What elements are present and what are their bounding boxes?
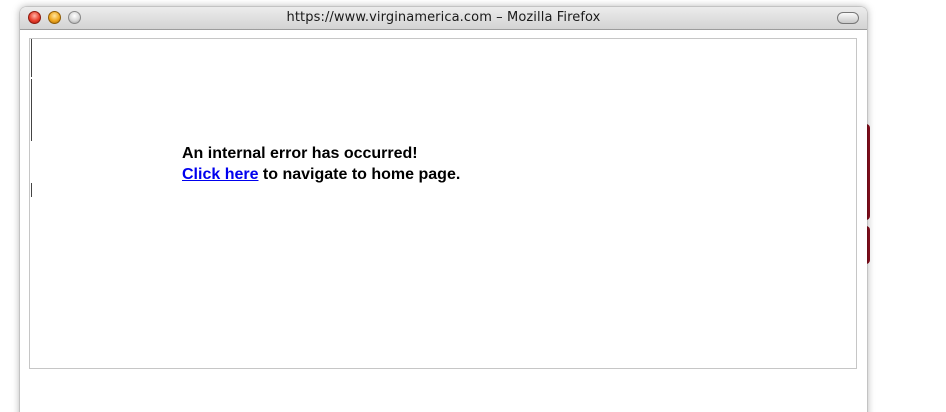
screen: https://www.virginamerica.com – Mozilla … <box>0 0 946 412</box>
title-bar[interactable]: https://www.virginamerica.com – Mozilla … <box>20 7 867 30</box>
frame-divider <box>31 183 32 197</box>
error-message: An internal error has occurred! Click he… <box>182 143 460 185</box>
home-link-line: Click here to navigate to home page. <box>182 164 460 185</box>
home-page-link[interactable]: Click here <box>182 166 258 183</box>
window-title: https://www.virginamerica.com – Mozilla … <box>286 10 601 25</box>
error-heading: An internal error has occurred! <box>182 145 418 162</box>
page-viewport: An internal error has occurred! Click he… <box>29 38 857 369</box>
home-link-suffix: to navigate to home page. <box>258 166 461 183</box>
toolbar-toggle-icon[interactable] <box>837 12 859 24</box>
browser-window: https://www.virginamerica.com – Mozilla … <box>20 7 867 412</box>
frame-divider <box>31 39 32 77</box>
frame-divider <box>31 79 32 141</box>
